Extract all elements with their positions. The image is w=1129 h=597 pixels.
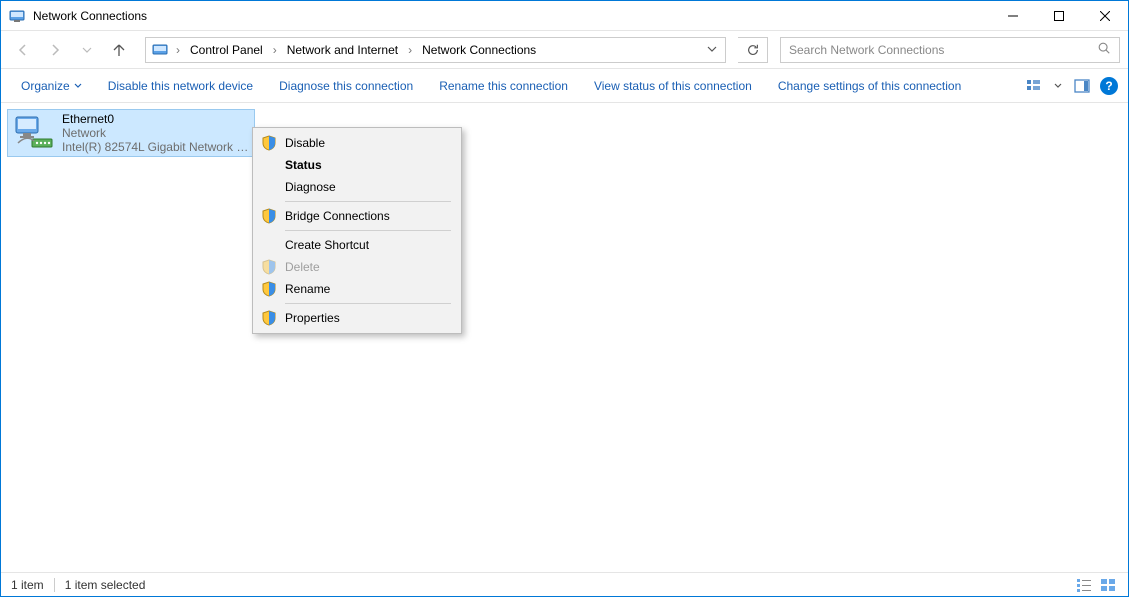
ctx-status[interactable]: Status (255, 154, 459, 176)
view-dropdown-button[interactable] (1052, 74, 1064, 98)
content-area[interactable]: Ethernet0 Network Intel(R) 82574L Gigabi… (1, 103, 1128, 572)
breadcrumb-icon (150, 42, 170, 58)
search-icon (1097, 41, 1111, 58)
ctx-disable[interactable]: Disable (255, 132, 459, 154)
maximize-button[interactable] (1036, 1, 1082, 31)
chevron-down-icon[interactable] (699, 43, 725, 57)
preview-pane-button[interactable] (1070, 74, 1094, 98)
separator (285, 230, 451, 231)
ctx-label: Disable (285, 136, 325, 150)
ctx-rename[interactable]: Rename (255, 278, 459, 300)
breadcrumb-item[interactable]: Network Connections (418, 43, 540, 57)
help-button[interactable]: ? (1100, 77, 1118, 95)
navigation-bar: › Control Panel › Network and Internet ›… (1, 31, 1128, 69)
window-title: Network Connections (33, 9, 147, 23)
ctx-label: Properties (285, 311, 340, 325)
command-bar: Organize Disable this network device Dia… (1, 69, 1128, 103)
diagnose-button[interactable]: Diagnose this connection (269, 75, 423, 97)
close-button[interactable] (1082, 1, 1128, 31)
refresh-button[interactable] (738, 37, 768, 63)
breadcrumb-item[interactable]: Network and Internet (283, 43, 402, 57)
connection-network: Network (62, 126, 250, 140)
details-view-button[interactable] (1074, 576, 1094, 594)
connection-device: Intel(R) 82574L Gigabit Network C... (62, 140, 250, 154)
ctx-properties[interactable]: Properties (255, 307, 459, 329)
separator (54, 578, 55, 592)
connection-item[interactable]: Ethernet0 Network Intel(R) 82574L Gigabi… (7, 109, 255, 157)
status-selected: 1 item selected (65, 578, 146, 592)
ctx-label: Create Shortcut (285, 238, 369, 252)
minimize-button[interactable] (990, 1, 1036, 31)
connection-text: Ethernet0 Network Intel(R) 82574L Gigabi… (62, 112, 250, 154)
shield-icon (261, 310, 277, 326)
ctx-create-shortcut[interactable]: Create Shortcut (255, 234, 459, 256)
ctx-label: Status (285, 158, 322, 172)
organize-label: Organize (21, 79, 70, 93)
shield-icon (261, 259, 277, 275)
ctx-label: Diagnose (285, 180, 336, 194)
ctx-delete: Delete (255, 256, 459, 278)
chevron-right-icon[interactable]: › (402, 43, 418, 57)
back-button[interactable] (9, 36, 37, 64)
title-bar: Network Connections (1, 1, 1128, 31)
ctx-label: Delete (285, 260, 320, 274)
view-status-button[interactable]: View status of this connection (584, 75, 762, 97)
organize-button[interactable]: Organize (11, 75, 92, 97)
rename-button[interactable]: Rename this connection (429, 75, 578, 97)
shield-icon (261, 135, 277, 151)
ctx-label: Rename (285, 282, 330, 296)
shield-icon (261, 281, 277, 297)
view-options-button[interactable] (1022, 74, 1046, 98)
chevron-down-icon (74, 82, 82, 90)
separator (285, 201, 451, 202)
chevron-right-icon[interactable]: › (170, 43, 186, 57)
ctx-diagnose[interactable]: Diagnose (255, 176, 459, 198)
ctx-bridge[interactable]: Bridge Connections (255, 205, 459, 227)
window-icon (9, 8, 25, 24)
ctx-label: Bridge Connections (285, 209, 390, 223)
search-input[interactable] (789, 43, 1097, 57)
up-button[interactable] (105, 36, 133, 64)
network-adapter-icon (12, 113, 56, 153)
recent-locations-button[interactable] (73, 36, 101, 64)
disable-device-button[interactable]: Disable this network device (98, 75, 263, 97)
shield-icon (261, 208, 277, 224)
search-box[interactable] (780, 37, 1120, 63)
forward-button[interactable] (41, 36, 69, 64)
separator (285, 303, 451, 304)
connection-name: Ethernet0 (62, 112, 250, 126)
large-icons-view-button[interactable] (1098, 576, 1118, 594)
breadcrumb[interactable]: › Control Panel › Network and Internet ›… (145, 37, 726, 63)
status-count: 1 item (11, 578, 44, 592)
chevron-right-icon[interactable]: › (267, 43, 283, 57)
context-menu: Disable Status Diagnose Bridge Connectio… (252, 127, 462, 334)
change-settings-button[interactable]: Change settings of this connection (768, 75, 971, 97)
breadcrumb-item[interactable]: Control Panel (186, 43, 267, 57)
status-bar: 1 item 1 item selected (1, 572, 1128, 596)
